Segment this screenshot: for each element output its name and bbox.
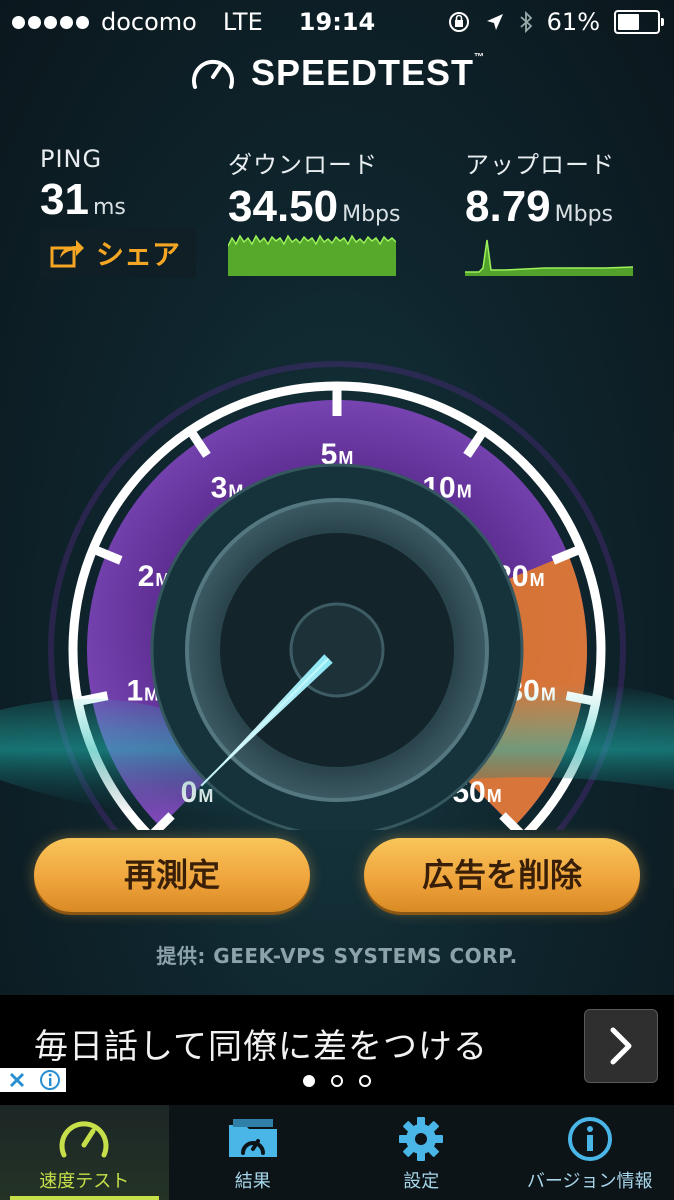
ping-value: 31 — [40, 175, 89, 224]
ping-result: PING 31 ms — [40, 145, 126, 225]
ping-label: PING — [40, 145, 103, 173]
upload-label: アップロード — [465, 151, 615, 179]
download-result: ダウンロード 34.50 Mbps — [228, 145, 400, 232]
results-folder-icon — [228, 1119, 277, 1157]
tab-settings[interactable]: 設定 — [337, 1105, 506, 1200]
upload-value: 8.79 — [465, 182, 551, 231]
tab-label: 設定 — [403, 1171, 440, 1192]
speed-gauge: 0M1M2M3M5M10M20M30M50M — [0, 361, 674, 830]
tab-results[interactable]: 結果 — [169, 1105, 338, 1200]
download-label: ダウンロード — [228, 151, 378, 179]
gear-icon — [399, 1117, 444, 1161]
tab-label: 結果 — [234, 1171, 271, 1192]
speedometer-icon — [59, 1121, 109, 1158]
ad-next-button[interactable] — [584, 1009, 658, 1083]
ping-unit: ms — [92, 195, 126, 220]
ad-page-indicator — [0, 1075, 674, 1087]
tab-version-info[interactable]: バージョン情報 — [506, 1105, 674, 1200]
status-bar: docomo LTE 19:14 61% — [0, 0, 674, 44]
chevron-right-icon — [610, 1027, 632, 1065]
upload-unit: Mbps — [554, 202, 614, 227]
bluetooth-icon — [520, 10, 532, 34]
retest-button[interactable]: 再測定 — [34, 838, 310, 912]
upload-graph — [465, 239, 633, 276]
tab-label: バージョン情報 — [526, 1171, 653, 1192]
app-logo: SPEEDTEST™ — [0, 52, 674, 94]
logo-text: SPEEDTEST™ — [250, 52, 486, 93]
share-button[interactable]: シェア — [40, 228, 196, 278]
page-dot — [359, 1075, 371, 1087]
tab-speed-test[interactable]: 速度テスト — [0, 1105, 169, 1200]
remove-ads-button[interactable]: 広告を削除 — [364, 838, 640, 912]
provider-credit: 提供: GEEK-VPS SYSTEMS CORP. — [156, 944, 518, 968]
share-label: シェア — [96, 238, 181, 271]
battery-percent: 61% — [546, 8, 600, 36]
tab-label: 速度テスト — [39, 1171, 130, 1192]
upload-result: アップロード 8.79 Mbps — [465, 145, 615, 232]
battery-icon — [614, 10, 664, 34]
ad-banner[interactable]: 毎日話して同僚に差をつける — [0, 995, 674, 1105]
page-dot — [303, 1075, 315, 1087]
download-value: 34.50 — [228, 182, 339, 231]
download-unit: Mbps — [342, 202, 401, 227]
download-graph — [228, 234, 396, 276]
share-icon — [50, 240, 84, 268]
speedometer-logo-icon — [191, 59, 234, 89]
info-icon — [567, 1117, 612, 1161]
location-icon — [486, 14, 503, 30]
page-dot — [331, 1075, 343, 1087]
tab-bar: 速度テスト 結果 設定 バージョン情報 — [0, 1105, 674, 1200]
orientation-lock-icon — [448, 12, 469, 32]
app-screen: docomo LTE 19:14 61% SPEEDTEST™ PING 31 … — [0, 0, 674, 1200]
ad-text[interactable]: 毎日話して同僚に差をつける — [34, 1019, 488, 1068]
